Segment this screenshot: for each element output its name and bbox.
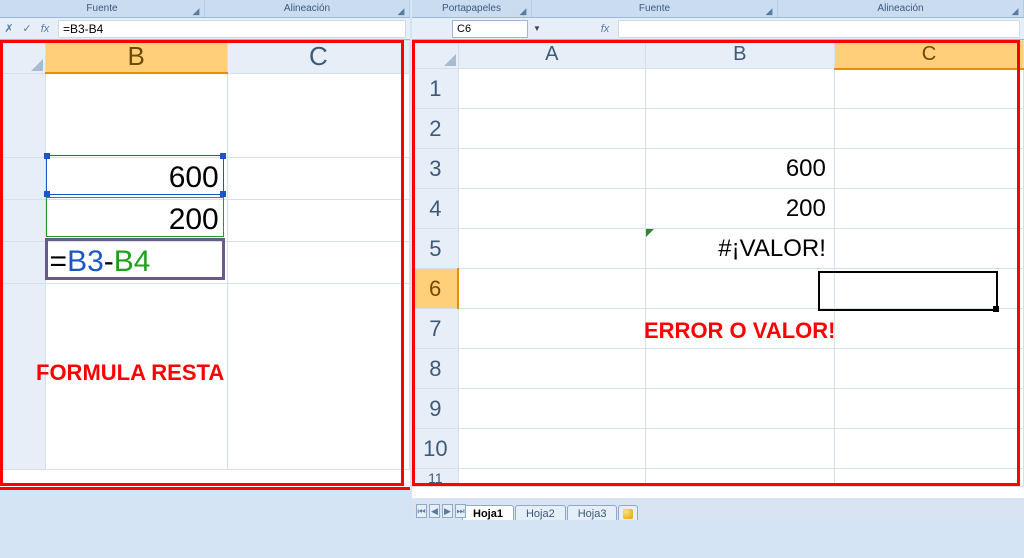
col-header-A[interactable]: A [458,41,645,69]
ribbon-group-label: Portapapeles [442,3,501,14]
row-header[interactable]: 6 [413,269,459,309]
tab-nav-next-icon[interactable]: ▶ [442,504,453,518]
sheet-tab-hoja3[interactable]: Hoja3 [567,505,618,520]
row-header[interactable]: 5 [413,229,459,269]
sheet-tab-hoja2[interactable]: Hoja2 [515,505,566,520]
cell-C6-active[interactable] [834,269,1023,309]
confirm-edit-button[interactable]: ✓ [18,22,36,35]
formula-bar-left: ✗ ✓ fx =B3-B4 [0,18,410,40]
dialog-launcher-icon[interactable]: ◢ [763,2,775,14]
ribbon-group-label: Fuente [639,3,670,14]
ribbon-group-alineacion[interactable]: Alineación ◢ [205,0,410,17]
col-header-C[interactable]: C [227,41,409,74]
tab-nav-buttons: ⏮ ◀ ▶ ⏭ [416,504,466,518]
row-header[interactable]: 8 [413,349,459,389]
col-header-B[interactable]: B [645,41,834,69]
ribbon-group-fuente[interactable]: Fuente ◢ [0,0,205,17]
row-header[interactable]: 10 [413,429,459,469]
row-header[interactable]: 7 [413,309,459,349]
row-header[interactable]: 2 [413,109,459,149]
ribbon-strip-left: Fuente ◢ Alineación ◢ [0,0,410,18]
left-excel-panel: Fuente ◢ Alineación ◢ ✗ ✓ fx =B3-B4 B C [0,0,410,490]
spreadsheet-grid-right[interactable]: A B C 1 2 3 600 4 200 5 #¡VALOR! 6 [412,40,1024,520]
col-header-C[interactable]: C [834,41,1023,69]
ribbon-group-alineacion[interactable]: Alineación ◢ [778,0,1024,17]
ribbon-strip-right: Portapapeles ◢ Fuente ◢ Alineación ◢ [412,0,1024,18]
ribbon-group-portapapeles[interactable]: Portapapeles ◢ [412,0,532,17]
cell-B5-editing[interactable]: =B3-B4 [45,241,227,283]
cell-B3[interactable]: 600 [45,157,227,199]
dialog-launcher-icon[interactable]: ◢ [190,2,202,14]
formula-input[interactable]: =B3-B4 [58,20,406,38]
tab-nav-last-icon[interactable]: ⏭ [455,504,466,518]
cell-B4[interactable]: 200 [45,199,227,241]
sheet-tab-hoja1[interactable]: Hoja1 [462,505,514,520]
cell-B4[interactable]: 200 [645,189,834,229]
name-box[interactable]: C6 [452,20,528,38]
col-header-B[interactable]: B [45,41,227,74]
right-excel-panel: Portapapeles ◢ Fuente ◢ Alineación ◢ C6 … [412,0,1024,520]
row-header[interactable]: 3 [413,149,459,189]
ribbon-group-label: Alineación [284,3,330,14]
cell-B5-error[interactable]: #¡VALOR! [645,229,834,269]
dialog-launcher-icon[interactable]: ◢ [395,2,407,14]
new-sheet-button[interactable] [618,505,637,520]
formula-bar-right: C6 ▼ fx [412,18,1024,40]
formula-input[interactable] [618,20,1020,38]
tab-nav-first-icon[interactable]: ⏮ [416,504,427,518]
select-all-corner[interactable] [413,41,459,69]
fx-icon[interactable]: fx [596,23,614,35]
cell-B3[interactable]: 600 [645,149,834,189]
overlay-caption-left: FORMULA RESTA [36,360,224,386]
row-header[interactable]: 1 [413,69,459,109]
dialog-launcher-icon[interactable]: ◢ [1009,2,1021,14]
error-indicator-icon[interactable] [646,229,654,237]
tab-nav-prev-icon[interactable]: ◀ [429,504,440,518]
spreadsheet-grid-left[interactable]: B C 600 200 =B3-B4 [0,40,410,487]
ribbon-group-fuente[interactable]: Fuente ◢ [532,0,778,17]
row-header[interactable]: 11 [413,469,459,487]
name-box-dropdown-icon[interactable]: ▼ [528,24,546,33]
overlay-caption-right: ERROR O VALOR! [644,318,835,344]
row-header[interactable]: 4 [413,189,459,229]
cancel-edit-button[interactable]: ✗ [0,22,18,35]
fx-icon[interactable]: fx [36,23,54,35]
sheet-tab-strip: ⏮ ◀ ▶ ⏭ Hoja1 Hoja2 Hoja3 [412,498,1024,520]
dialog-launcher-icon[interactable]: ◢ [517,2,529,14]
row-header[interactable]: 9 [413,389,459,429]
ribbon-group-label: Alineación [877,3,923,14]
ribbon-group-label: Fuente [86,3,117,14]
